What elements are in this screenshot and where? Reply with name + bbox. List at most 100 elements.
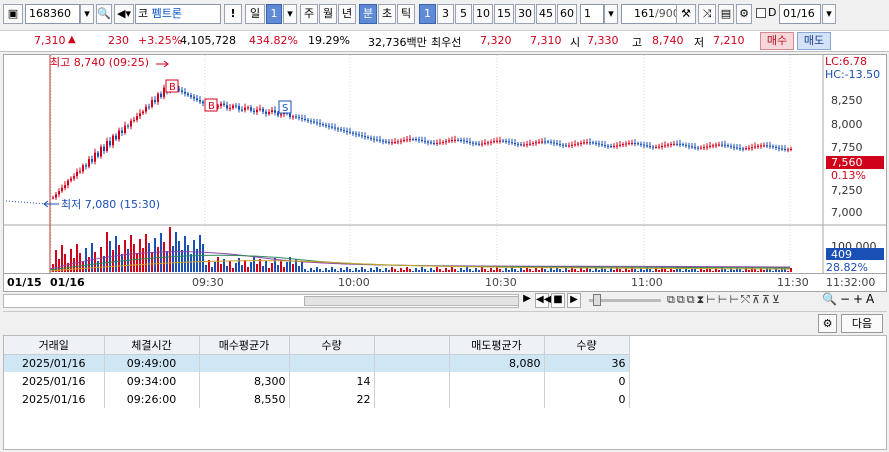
volume-bar xyxy=(772,271,774,272)
interval-5-button[interactable]: 5 xyxy=(455,4,472,24)
tools-icon[interactable]: ⚒ xyxy=(676,4,696,24)
save-icon[interactable]: ▤ xyxy=(718,4,734,24)
period-month-button[interactable]: 월 xyxy=(319,4,337,24)
candle-body xyxy=(631,143,633,145)
open-price: 7,330 xyxy=(587,34,619,47)
volume-bar xyxy=(592,271,594,272)
price-chart[interactable]: 최고 8,740 (09:25) 최저 7,080 (15:30) B B S … xyxy=(3,54,887,274)
candle-body xyxy=(634,143,636,145)
period-day-button[interactable]: 일 xyxy=(245,4,265,24)
col-sell-avg[interactable]: 매도평균가 xyxy=(449,336,545,355)
col-buy-qty[interactable]: 수량 xyxy=(289,336,375,355)
volume-bar xyxy=(439,269,441,272)
candle-body xyxy=(94,152,96,162)
chart-type-icon[interactable]: ⤨ xyxy=(698,4,716,24)
date-picker-icon[interactable]: ▾ xyxy=(822,4,836,24)
col-trade-date[interactable]: 거래일 xyxy=(4,336,105,355)
volume-bar xyxy=(157,247,159,272)
time-label-1030: 10:30 xyxy=(485,276,517,289)
candle-body xyxy=(484,143,486,145)
col-exec-time[interactable]: 체결시간 xyxy=(104,336,200,355)
period-year-button[interactable]: 년 xyxy=(338,4,356,24)
candle-body xyxy=(256,109,258,113)
candle-body xyxy=(334,127,336,129)
date-input[interactable]: 01/16 xyxy=(779,4,821,24)
date-checkbox[interactable] xyxy=(756,8,766,18)
trade-table: 거래일 체결시간 매수평균가 수량 매도평균가 수량 2025/01/16 09:… xyxy=(4,336,630,408)
volume-bar xyxy=(445,268,447,272)
volume-bar xyxy=(151,252,153,272)
scrollbar-thumb[interactable] xyxy=(304,296,519,306)
warning-button[interactable]: ! xyxy=(224,4,242,24)
interval-dropdown-icon[interactable]: ▾ xyxy=(604,4,618,24)
period-dropdown-icon[interactable]: ▾ xyxy=(283,4,297,24)
candle-body xyxy=(607,145,609,147)
interval-10-button[interactable]: 10 xyxy=(473,4,493,24)
period-second-button[interactable]: 초 xyxy=(378,4,396,24)
zoom-slider[interactable] xyxy=(589,294,661,306)
interval-3-button[interactable]: 3 xyxy=(437,4,454,24)
table-row[interactable]: 2025/01/16 09:34:00 8,300 14 0 xyxy=(4,372,630,390)
volume-bar xyxy=(733,270,735,272)
candle-body xyxy=(91,158,93,162)
gear-icon[interactable]: ⚙ xyxy=(818,314,837,333)
candle-body xyxy=(379,139,381,141)
candle-body xyxy=(304,118,306,120)
interval-45-button[interactable]: 45 xyxy=(536,4,556,24)
volume-bar xyxy=(577,271,579,272)
next-button[interactable]: 다음 xyxy=(841,314,883,333)
scroll-right-icon[interactable]: ▶ xyxy=(521,293,533,308)
candle-body xyxy=(151,100,153,107)
volume-bar xyxy=(565,268,567,272)
volume-bar xyxy=(688,270,690,272)
rewind-icon[interactable]: ◀◀ xyxy=(535,293,551,308)
zoom-slider-handle[interactable] xyxy=(593,294,601,306)
zoom-controls[interactable]: 🔍−+A xyxy=(822,292,877,306)
stock-code-dropdown-icon[interactable]: ▾ xyxy=(80,4,94,24)
candle-body xyxy=(736,147,738,149)
candle-body xyxy=(112,135,114,146)
candle-body xyxy=(238,106,240,110)
chart-scrollbar[interactable] xyxy=(3,294,519,308)
candle-body xyxy=(670,144,672,146)
interval-15-button[interactable]: 15 xyxy=(494,4,514,24)
search-icon[interactable]: 🔍 xyxy=(96,4,112,24)
candle-body xyxy=(622,144,624,146)
table-row[interactable]: 2025/01/16 09:49:00 8,080 36 xyxy=(4,354,630,372)
volume-bar xyxy=(790,268,792,272)
settings-icon[interactable]: ⚙ xyxy=(736,4,752,24)
period-day-count[interactable]: 1 xyxy=(266,4,282,24)
volume-bar xyxy=(199,235,201,272)
price-chart-canvas[interactable]: 최고 8,740 (09:25) 최저 7,080 (15:30) B B S … xyxy=(4,55,886,273)
play-icon[interactable]: ▶ xyxy=(567,293,581,308)
period-minute-button[interactable]: 분 xyxy=(359,4,377,24)
volume-bar xyxy=(271,263,273,272)
volume-bar xyxy=(235,263,237,272)
window-menu-icon[interactable]: ▣ xyxy=(3,4,23,24)
col-buy-avg[interactable]: 매수평균가 xyxy=(199,336,290,355)
interval-input[interactable]: 1 xyxy=(580,4,604,24)
candle-body xyxy=(244,107,246,111)
volume-bar xyxy=(412,271,414,272)
period-tick-button[interactable]: 틱 xyxy=(397,4,415,24)
period-week-button[interactable]: 주 xyxy=(300,4,318,24)
candle-body xyxy=(433,142,435,144)
table-row[interactable]: 2025/01/16 09:26:00 8,550 22 0 xyxy=(4,390,630,408)
candle-body xyxy=(541,141,543,143)
sell-button[interactable]: 매도 xyxy=(797,32,831,50)
speaker-icon[interactable]: ◀▾ xyxy=(114,4,134,24)
volume: 4,105,728 xyxy=(180,34,236,47)
drawing-tools-icons[interactable]: ⧉⧉⧉⧗⊢⊢⊢⤲⊼⊼⊻ xyxy=(667,293,782,307)
interval-30-button[interactable]: 30 xyxy=(515,4,535,24)
stock-name-field[interactable]: 코 펨트론 xyxy=(135,4,221,24)
volume-bar xyxy=(118,245,120,272)
stock-code-input[interactable]: 168360 xyxy=(25,4,80,24)
candle-body xyxy=(715,144,717,146)
stop-icon[interactable]: ■ xyxy=(551,293,565,308)
volume-bar xyxy=(517,271,519,272)
interval-1-button[interactable]: 1 xyxy=(419,4,436,24)
col-sell-qty[interactable]: 수량 xyxy=(544,336,630,355)
interval-60-button[interactable]: 60 xyxy=(557,4,577,24)
buy-button[interactable]: 매수 xyxy=(760,32,794,50)
candle-body xyxy=(193,96,195,99)
